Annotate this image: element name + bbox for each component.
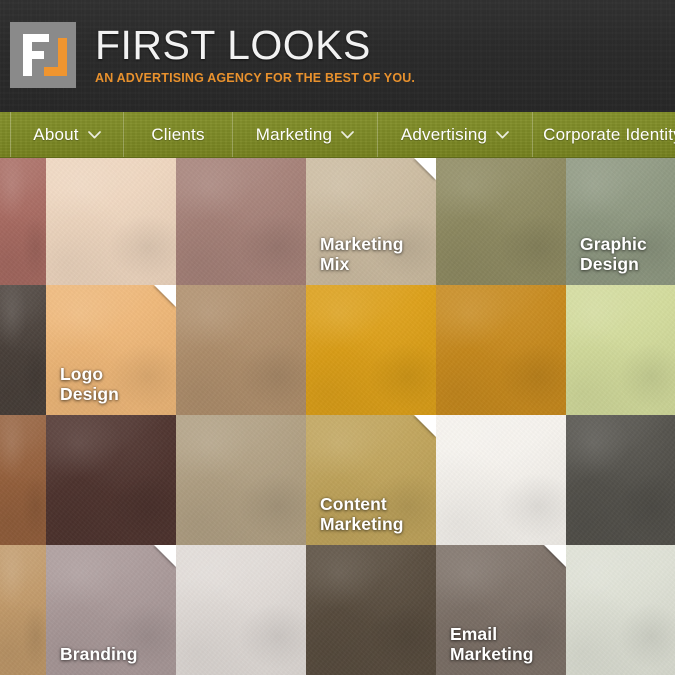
logo-letter-l-icon [44, 38, 67, 76]
nav-item-label: Clients [151, 124, 205, 144]
chevron-down-icon [496, 130, 509, 139]
tile-texture [436, 158, 566, 285]
tile-sheen [566, 545, 675, 675]
service-tile-grid: Marketing Mix Graphic Design Logo Design Co… [0, 158, 675, 675]
nav-item-corporate-identity[interactable]: Corporate Identity [532, 112, 675, 157]
tile-texture [176, 285, 306, 415]
tile-corner-fold-icon [154, 285, 176, 307]
first-looks-logo-mark-icon [10, 22, 76, 88]
tile-texture [306, 545, 436, 675]
service-tile-graphic-design[interactable]: Graphic Design [566, 158, 675, 285]
tile-sheen [176, 158, 306, 285]
service-tile-r1-c5[interactable] [566, 285, 675, 415]
service-tile-r1-c4[interactable] [436, 285, 566, 415]
tile-texture [566, 545, 675, 675]
nav-item-label: Marketing [255, 124, 333, 144]
tile-texture [0, 415, 46, 545]
service-tile-r3-c0[interactable] [0, 545, 46, 675]
tile-sheen [176, 545, 306, 675]
nav-item-advertising[interactable]: Advertising [377, 112, 532, 157]
tile-label: Marketing Mix [320, 234, 404, 274]
service-tile-content-marketing[interactable]: Content Marketing [306, 415, 436, 545]
tile-sheen [306, 285, 436, 415]
chevron-down-icon [87, 130, 101, 139]
tile-sheen [0, 285, 46, 415]
nav-item-marketing[interactable]: Marketing [232, 112, 377, 157]
service-tile-r0-c4[interactable] [436, 158, 566, 285]
service-tile-r0-c2[interactable] [176, 158, 306, 285]
tile-corner-fold-icon [414, 415, 436, 437]
nav-item-clients[interactable]: Clients [123, 112, 232, 157]
tile-sheen [0, 545, 46, 675]
tile-label: Content Marketing [320, 494, 404, 534]
tile-sheen [566, 415, 675, 545]
brand-text-block: FIRST LOOKS AN ADVERTISING AGENCY FOR TH… [95, 22, 415, 86]
tile-corner-fold-icon [544, 545, 566, 567]
tile-texture [0, 545, 46, 675]
service-tile-r2-c5[interactable] [566, 415, 675, 545]
tile-texture [46, 158, 176, 285]
service-tile-r1-c0[interactable] [0, 285, 46, 415]
tile-texture [566, 415, 675, 545]
tile-sheen [566, 285, 675, 415]
tile-sheen [436, 285, 566, 415]
service-tile-r0-c1[interactable] [46, 158, 176, 285]
service-tile-r1-c3[interactable] [306, 285, 436, 415]
service-tile-r2-c1[interactable] [46, 415, 176, 545]
site-title: FIRST LOOKS [95, 22, 371, 68]
service-tile-r3-c3[interactable] [306, 545, 436, 675]
tile-sheen [176, 415, 306, 545]
tile-texture [0, 285, 46, 415]
service-tile-r2-c4[interactable] [436, 415, 566, 545]
tile-texture [176, 415, 306, 545]
site-tagline: AN ADVERTISING AGENCY FOR THE BEST OF YO… [95, 71, 416, 85]
tile-texture [176, 158, 306, 285]
tile-texture [436, 415, 566, 545]
nav-item-about[interactable]: About [10, 112, 123, 157]
tile-corner-fold-icon [414, 158, 436, 180]
tile-label: Graphic Design [580, 234, 647, 274]
tile-sheen [306, 545, 436, 675]
tile-label: Email Marketing [450, 624, 534, 664]
service-tile-r0-c0[interactable] [0, 158, 46, 285]
nav-left-padding [0, 112, 10, 157]
tile-texture [176, 545, 306, 675]
tile-label: Logo Design [60, 364, 119, 404]
main-navigation: About Clients Marketing Advertising Corporat… [0, 112, 675, 158]
tile-sheen [436, 158, 566, 285]
service-tile-r1-c2[interactable] [176, 285, 306, 415]
tile-corner-fold-icon [154, 545, 176, 567]
tile-texture [306, 285, 436, 415]
service-tile-r2-c2[interactable] [176, 415, 306, 545]
tile-sheen [0, 415, 46, 545]
service-tile-marketing-mix[interactable]: Marketing Mix [306, 158, 436, 285]
nav-item-label: About [33, 124, 79, 144]
tile-sheen [46, 158, 176, 285]
tile-sheen [0, 158, 46, 285]
brand-logo[interactable]: FIRST LOOKS AN ADVERTISING AGENCY FOR TH… [10, 22, 415, 88]
tile-texture [46, 415, 176, 545]
service-tile-email-marketing[interactable]: Email Marketing [436, 545, 566, 675]
service-tile-r2-c0[interactable] [0, 415, 46, 545]
site-header: FIRST LOOKS AN ADVERTISING AGENCY FOR TH… [0, 0, 675, 112]
tile-texture [436, 285, 566, 415]
tile-texture [566, 285, 675, 415]
tile-sheen [176, 285, 306, 415]
service-tile-r3-c5[interactable] [566, 545, 675, 675]
service-tile-r3-c2[interactable] [176, 545, 306, 675]
tile-label: Branding [60, 644, 138, 664]
tile-sheen [436, 415, 566, 545]
service-tile-logo-design[interactable]: Logo Design [46, 285, 176, 415]
chevron-down-icon [341, 130, 355, 139]
tile-texture [0, 158, 46, 285]
nav-item-label: Corporate Identity [543, 124, 675, 144]
tile-sheen [46, 415, 176, 545]
nav-item-label: Advertising [400, 124, 488, 144]
service-tile-branding[interactable]: Branding [46, 545, 176, 675]
